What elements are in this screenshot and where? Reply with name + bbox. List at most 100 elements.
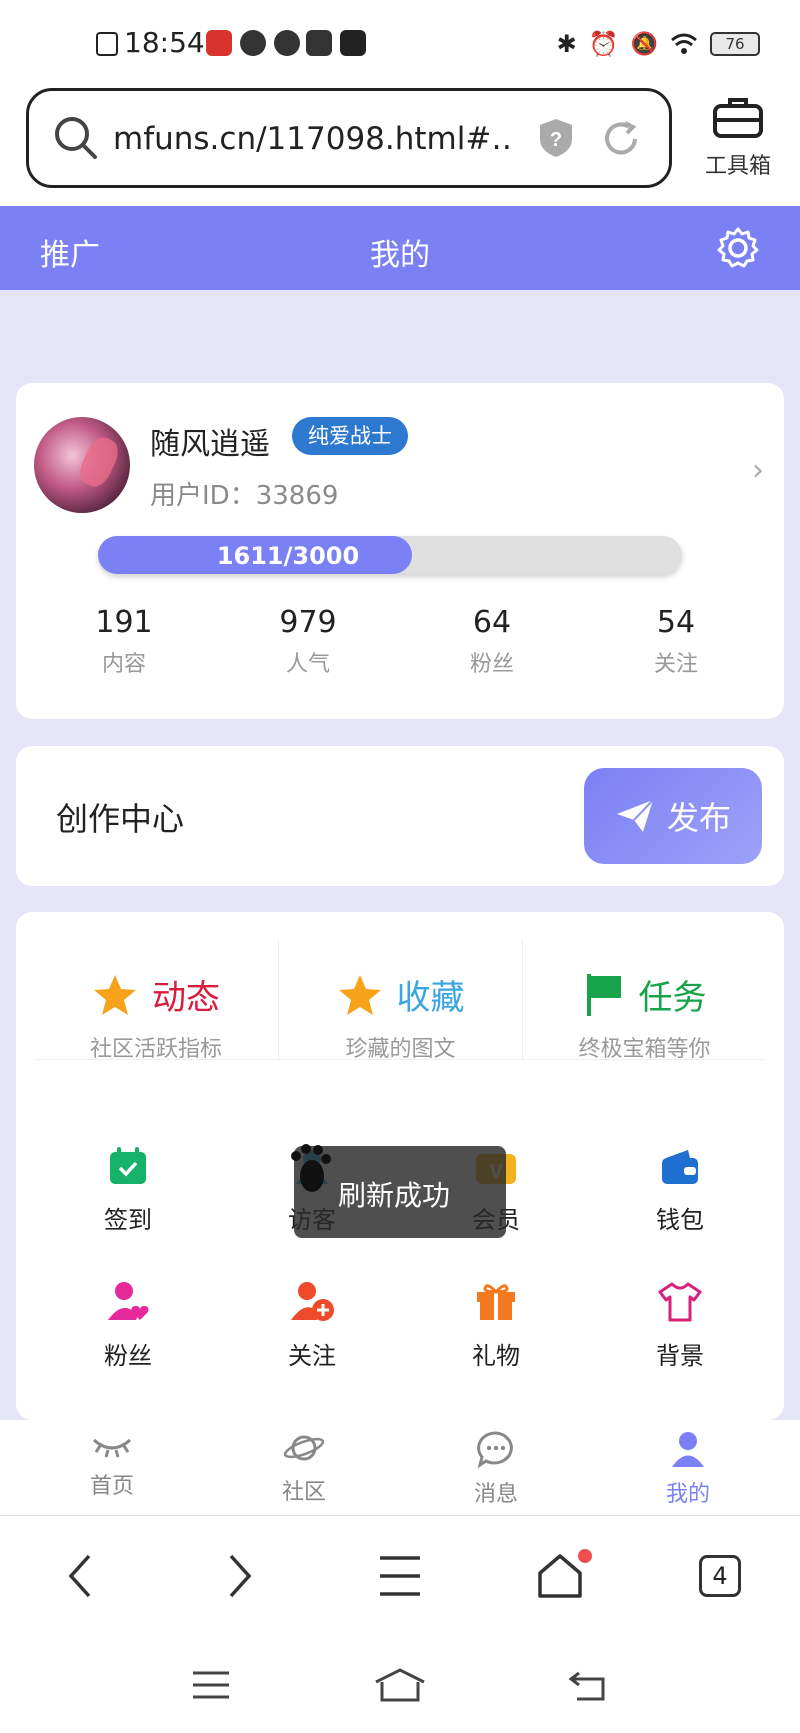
creation-center-title: 创作中心	[56, 800, 185, 838]
grid-background[interactable]: 背景	[588, 1278, 772, 1414]
tshirt-icon	[658, 1282, 702, 1322]
stat-following[interactable]: 54 关注	[584, 605, 768, 678]
refresh-icon[interactable]	[601, 119, 641, 159]
browser-nav-bar: 4	[0, 1516, 800, 1636]
chat-bubble-icon	[477, 1431, 513, 1469]
stat-fans[interactable]: 64 粉丝	[400, 605, 584, 678]
recent-apps-icon[interactable]	[191, 1670, 231, 1700]
url-text[interactable]: mfuns.cn/117098.html#…	[113, 121, 513, 157]
username: 随风逍遥	[150, 427, 270, 462]
tab-label: 社区	[281, 1480, 326, 1505]
settings-gear-icon[interactable]	[716, 226, 760, 270]
tab-messages[interactable]: 消息	[400, 1420, 592, 1515]
bottom-tab-bar: 首页 社区 消息 我的	[0, 1420, 800, 1516]
stat-value: 979	[279, 605, 337, 640]
wifi-icon	[671, 33, 697, 54]
system-nav-bar	[0, 1636, 800, 1733]
fans-heart-icon	[108, 1282, 149, 1320]
feature-title: 收藏	[396, 978, 465, 1018]
gift-icon	[477, 1284, 515, 1320]
hamburger-menu-icon	[380, 1556, 420, 1596]
grid-checkin[interactable]: 签到	[36, 1142, 220, 1278]
add-user-icon	[291, 1282, 334, 1321]
title-badge: 纯爱战士	[292, 417, 408, 455]
stat-label: 人气	[285, 652, 330, 677]
tieba-icon	[306, 30, 332, 56]
status-time: 18:54	[124, 26, 205, 59]
star-icon	[338, 974, 381, 1015]
forward-button[interactable]	[160, 1552, 320, 1600]
eye-closed-icon	[93, 1438, 131, 1458]
tab-mine[interactable]: 我的	[592, 1420, 784, 1515]
mute-icon: 🔕	[630, 31, 658, 57]
feature-activity[interactable]: 动态 社区活跃指标	[34, 940, 278, 1062]
tab-label: 首页	[89, 1474, 134, 1499]
stat-value: 191	[95, 605, 153, 640]
paper-plane-icon	[616, 799, 654, 832]
system-back-icon[interactable]	[568, 1669, 609, 1701]
publish-button[interactable]: 发布	[584, 768, 762, 864]
back-button[interactable]	[0, 1552, 160, 1600]
toolbox-label: 工具箱	[704, 154, 771, 179]
page-title: 我的	[370, 238, 430, 273]
avatar[interactable]	[34, 417, 130, 513]
user-id: 用户ID：33869	[150, 481, 339, 511]
app-notification-icon	[206, 30, 232, 56]
grid-label: 签到	[104, 1206, 152, 1234]
feature-subtitle: 终极宝箱等你	[578, 1037, 711, 1062]
pinwheel-icon	[240, 30, 266, 56]
calendar-check-icon	[110, 1147, 146, 1184]
menu-button[interactable]	[320, 1554, 480, 1598]
tab-community[interactable]: 社区	[208, 1420, 400, 1515]
grid-fans[interactable]: 粉丝	[36, 1278, 220, 1414]
profile-stats: 191 内容 979 人气 64 粉丝 54 关注	[16, 605, 784, 678]
publish-label: 发布	[666, 799, 731, 837]
security-shield-icon[interactable]: ?	[537, 117, 575, 159]
grid-follow[interactable]: 关注	[220, 1278, 404, 1414]
grid-label: 粉丝	[104, 1342, 152, 1370]
grid-label: 背景	[656, 1342, 704, 1370]
feature-favorites[interactable]: 收藏 珍藏的图文	[278, 940, 522, 1062]
stat-content[interactable]: 191 内容	[32, 605, 216, 678]
paw-icon	[291, 1144, 331, 1192]
app-header: 推广 我的	[0, 206, 800, 290]
system-home-icon[interactable]	[374, 1667, 426, 1702]
feature-tasks[interactable]: 任务 终极宝箱等你	[522, 940, 766, 1062]
stat-label: 粉丝	[469, 652, 514, 677]
status-icons: ✱ ⏰ 🔕 76	[557, 30, 760, 58]
creation-center-card: 创作中心 发布	[16, 746, 784, 886]
grid-label: 关注	[288, 1342, 336, 1370]
app-icon	[340, 30, 366, 56]
promo-link[interactable]: 推广	[40, 230, 100, 274]
feature-title: 任务	[638, 978, 707, 1018]
flag-icon	[586, 973, 621, 1016]
status-bar: 18:54 ✱ ⏰ 🔕 76	[0, 0, 800, 88]
stat-label: 关注	[653, 652, 698, 677]
tabs-button[interactable]: 4	[640, 1555, 800, 1597]
notification-dot	[578, 1549, 592, 1563]
grid-label: 钱包	[656, 1206, 704, 1234]
grid-gift[interactable]: 礼物	[404, 1278, 588, 1414]
bluetooth-icon: ✱	[556, 30, 577, 58]
speedometer-icon	[274, 30, 300, 56]
stat-value: 64	[472, 605, 512, 640]
level-progress-bar: 1611/3000	[98, 536, 682, 574]
sim-icon	[96, 32, 118, 56]
profile-card[interactable]: 随风逍遥 纯爱战士 用户ID：33869 › 1611/3000 191 内容 …	[16, 383, 784, 719]
tab-home[interactable]: 首页	[16, 1420, 208, 1515]
url-bar[interactable]: mfuns.cn/117098.html#… ?	[26, 88, 672, 188]
grid-wallet[interactable]: 钱包	[588, 1142, 772, 1278]
star-icon	[94, 974, 136, 1015]
search-icon	[55, 117, 97, 159]
chevron-right-icon[interactable]: ›	[752, 453, 764, 488]
toolbox-button[interactable]: 工具箱	[694, 96, 782, 180]
toast-text: 刷新成功	[338, 1179, 451, 1212]
stat-popularity[interactable]: 979 人气	[216, 605, 400, 678]
home-button[interactable]	[480, 1549, 640, 1599]
tab-label: 消息	[473, 1482, 518, 1507]
stat-value: 54	[656, 605, 696, 640]
svg-text:?: ?	[550, 129, 562, 151]
alarm-icon: ⏰	[588, 30, 619, 58]
feature-title: 动态	[152, 978, 220, 1018]
user-icon	[672, 1432, 704, 1467]
